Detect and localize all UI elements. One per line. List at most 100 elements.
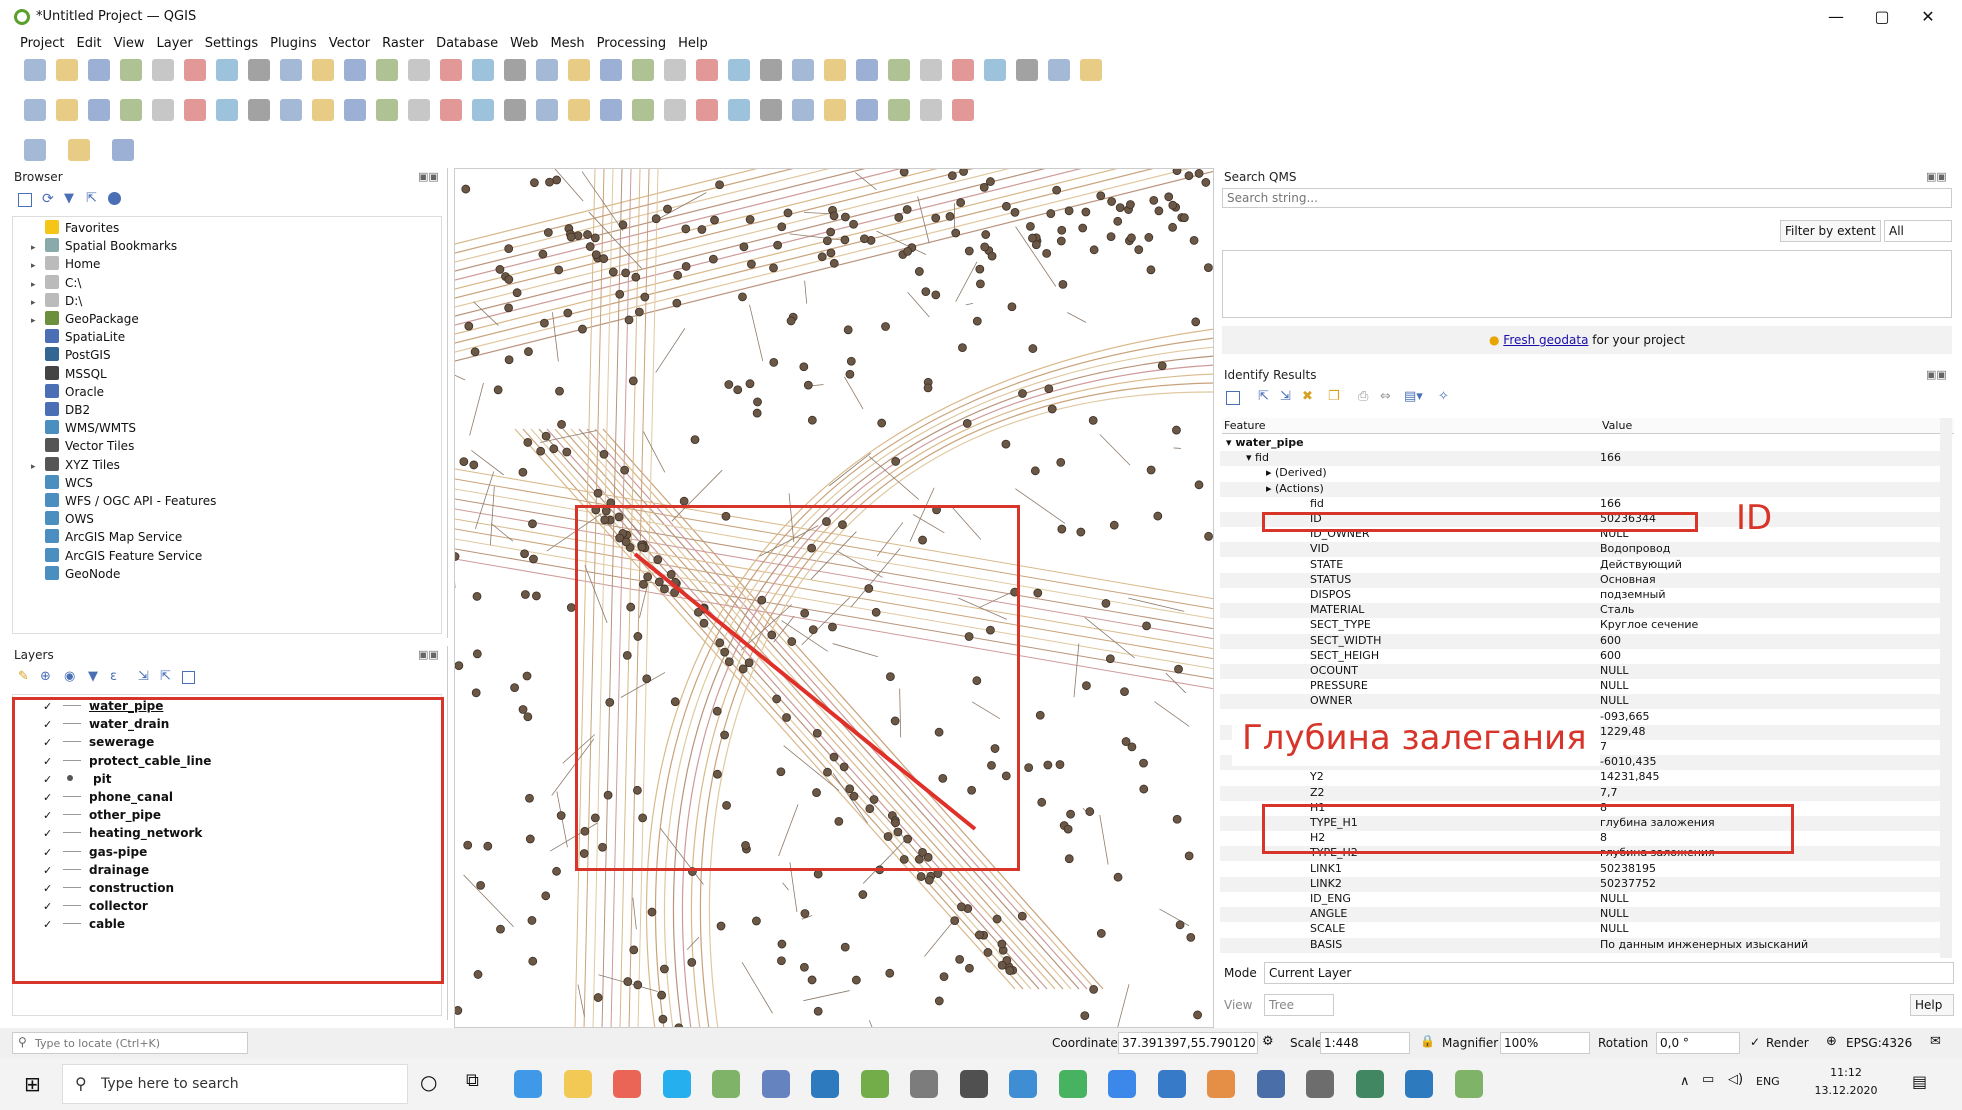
browser-item[interactable]: Favorites: [31, 219, 119, 237]
identify-row[interactable]: ▾ fid 166: [1220, 451, 1940, 467]
browser-item[interactable]: GeoNode: [31, 565, 120, 583]
identify-row[interactable]: OCOUNT NULL: [1220, 664, 1940, 679]
zoom-next-icon[interactable]: [472, 59, 494, 81]
language-indicator[interactable]: ENG: [1756, 1075, 1780, 1088]
select-features-icon[interactable]: [24, 139, 46, 161]
collapse-all-icon[interactable]: ⇱: [86, 191, 97, 206]
tray-speaker-icon[interactable]: ◁): [1728, 1072, 1743, 1087]
style-manager-icon[interactable]: [1080, 59, 1102, 81]
identify-row[interactable]: fid 166: [1220, 497, 1940, 512]
panel-float-close-icon[interactable]: ▣▣: [1926, 170, 1947, 183]
print-layout-icon[interactable]: [1016, 59, 1038, 81]
pan-icon[interactable]: [216, 59, 238, 81]
menu-view[interactable]: View: [108, 34, 151, 54]
browser-item[interactable]: SpatiaLite: [31, 328, 125, 346]
sum-icon[interactable]: [760, 59, 782, 81]
chrome-taskbar-icon[interactable]: [613, 1070, 641, 1098]
new-project-icon[interactable]: [24, 59, 46, 81]
open-project-icon[interactable]: [952, 59, 974, 81]
save-edits-icon[interactable]: [920, 99, 942, 121]
coordinate-field[interactable]: 37.391397,55.790120: [1118, 1032, 1258, 1054]
browser-item[interactable]: ▸ XYZ Tiles: [31, 456, 120, 474]
col-feature-header[interactable]: Feature: [1224, 419, 1266, 432]
tray-network-icon[interactable]: ▭: [1702, 1072, 1714, 1087]
remote-taskbar-icon[interactable]: [1405, 1070, 1433, 1098]
close-button[interactable]: ✕: [1906, 4, 1950, 30]
menu-settings[interactable]: Settings: [199, 34, 264, 54]
qgis-taskbar-icon[interactable]: [1454, 1070, 1483, 1098]
identify-row[interactable]: MATERIAL Сталь: [1220, 603, 1940, 619]
remove-layer-icon[interactable]: [182, 671, 195, 684]
add-delimited-icon[interactable]: [88, 99, 110, 121]
temporal-icon[interactable]: [568, 59, 590, 81]
outlook-taskbar-icon[interactable]: [811, 1070, 839, 1098]
menu-vector[interactable]: Vector: [323, 34, 376, 54]
toggle-extents-icon[interactable]: ⚙: [1262, 1034, 1274, 1049]
delete-icon[interactable]: [312, 99, 334, 121]
layout-manager-icon[interactable]: [152, 59, 174, 81]
minimize-button[interactable]: —: [1814, 4, 1858, 30]
digitize-icon[interactable]: [120, 99, 142, 121]
save-project-icon[interactable]: [984, 59, 1006, 81]
browser-item[interactable]: WCS: [31, 474, 93, 492]
settings-wrench-icon[interactable]: ✧: [1438, 389, 1449, 404]
scale-select[interactable]: 1:448: [1320, 1032, 1410, 1054]
magnifier-spinbox[interactable]: 100%: [1500, 1032, 1590, 1054]
menu-project[interactable]: Project: [14, 34, 70, 54]
copy-feature-icon[interactable]: ❐: [1328, 389, 1340, 404]
menu-help[interactable]: Help: [672, 34, 714, 54]
expand-all-icon[interactable]: ⇲: [138, 669, 149, 684]
browser-item[interactable]: MSSQL: [31, 365, 107, 383]
word-taskbar-icon[interactable]: [1256, 1070, 1285, 1098]
cortana-app-taskbar-icon[interactable]: [1157, 1070, 1186, 1098]
browser-item[interactable]: WMS/WMTS: [31, 419, 136, 437]
browser-item[interactable]: PostGIS: [31, 346, 111, 364]
print-icon[interactable]: ⎙: [1358, 389, 1368, 404]
toggle-editing-icon[interactable]: [184, 99, 206, 121]
style-manager-icon[interactable]: [184, 59, 206, 81]
filter-expression-icon[interactable]: ε: [110, 669, 117, 684]
taskbar-search-box[interactable]: ⚲ Type here to search: [62, 1064, 408, 1104]
zoom-full-icon[interactable]: [344, 59, 366, 81]
panel-float-close-icon[interactable]: ▣▣: [418, 170, 439, 183]
browser-item[interactable]: ▸ Spatial Bookmarks: [31, 237, 177, 255]
collapse-tree-icon[interactable]: ⇱: [1258, 389, 1269, 404]
attribute-table-icon[interactable]: [664, 59, 686, 81]
maps-taskbar-icon[interactable]: [1058, 1070, 1087, 1098]
render-checkbox[interactable]: ✓: [1750, 1035, 1760, 1049]
menu-database[interactable]: Database: [430, 34, 504, 54]
rotation-spinbox[interactable]: 0,0 °: [1656, 1032, 1740, 1054]
notifications-icon[interactable]: ▤: [1912, 1072, 1927, 1091]
identify-row[interactable]: DISPOS подземный: [1220, 588, 1940, 603]
browser-item[interactable]: ▸ D:\: [31, 292, 82, 310]
browser-item[interactable]: ArcGIS Feature Service: [31, 547, 202, 565]
identify-row[interactable]: OWNER NULL: [1220, 694, 1940, 710]
drop-taskbar-icon[interactable]: [761, 1070, 790, 1098]
move-feature-icon[interactable]: [248, 99, 270, 121]
show-bookmarks-icon[interactable]: [536, 59, 558, 81]
browser-item[interactable]: ArcGIS Map Service: [31, 528, 182, 546]
visibility-icon[interactable]: ◉: [64, 669, 75, 684]
new-bookmark-icon[interactable]: [504, 59, 526, 81]
browser-item[interactable]: ▸ C:\: [31, 274, 81, 292]
statistics-icon[interactable]: [728, 59, 750, 81]
expand-tree-icon[interactable]: [1226, 391, 1240, 405]
col-value-header[interactable]: Value: [1602, 419, 1632, 432]
panel-float-close-icon[interactable]: ▣▣: [1926, 368, 1947, 381]
link-icon[interactable]: ⇔: [1380, 389, 1391, 404]
help-button[interactable]: Help: [1910, 994, 1954, 1016]
redo-icon[interactable]: [472, 99, 494, 121]
identify-row[interactable]: ▸ (Actions): [1220, 481, 1940, 497]
menu-layer[interactable]: Layer: [151, 34, 199, 54]
print-layout-icon[interactable]: [120, 59, 142, 81]
menu-plugins[interactable]: Plugins: [264, 34, 323, 54]
identify-row[interactable]: VID Водопровод: [1220, 542, 1940, 558]
menu-edit[interactable]: Edit: [70, 34, 107, 54]
highlight-icon[interactable]: [568, 99, 590, 121]
edge-taskbar-icon[interactable]: [514, 1070, 542, 1098]
expand-new-icon[interactable]: ⇲: [1280, 389, 1291, 404]
filter-extent-select[interactable]: All: [1884, 220, 1952, 242]
locator-input[interactable]: [12, 1032, 248, 1054]
menu-mesh[interactable]: Mesh: [544, 34, 590, 54]
panel-float-close-icon[interactable]: ▣▣: [418, 648, 439, 661]
